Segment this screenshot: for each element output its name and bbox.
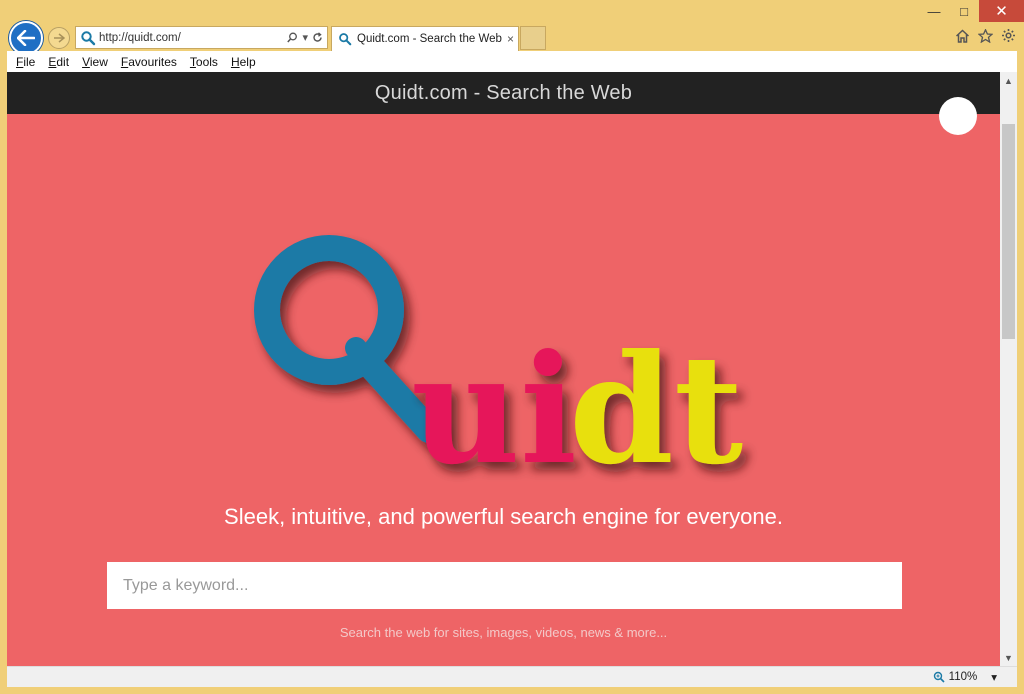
zoom-icon bbox=[933, 671, 945, 683]
forward-arrow-icon bbox=[54, 33, 65, 43]
scroll-down-icon[interactable]: ▼ bbox=[1000, 649, 1017, 666]
page-title: Quidt.com - Search the Web bbox=[374, 81, 633, 104]
home-icon[interactable] bbox=[955, 28, 970, 43]
tab-title: Quidt.com - Search the Web bbox=[357, 33, 502, 45]
zoom-level: 110% bbox=[948, 671, 978, 683]
search-icon[interactable] bbox=[287, 32, 298, 43]
svg-text:ui: ui bbox=[411, 322, 577, 498]
back-arrow-icon bbox=[17, 30, 35, 46]
refresh-icon[interactable] bbox=[312, 32, 323, 43]
minimize-button[interactable]: — bbox=[919, 0, 949, 22]
address-bar[interactable]: http://quidt.com/ ▾ bbox=[75, 26, 328, 49]
quidt-logo: ui dt bbox=[254, 235, 743, 498]
toolbar-icons bbox=[955, 28, 1016, 43]
menu-bar: File Edit View Favourites Tools Help bbox=[7, 51, 1017, 72]
scroll-thumb[interactable] bbox=[1002, 124, 1015, 339]
menu-favourites[interactable]: Favourites bbox=[121, 55, 177, 69]
close-button[interactable]: ✕ bbox=[979, 0, 1024, 22]
svg-text:dt: dt bbox=[569, 322, 743, 498]
menu-help[interactable]: Help bbox=[231, 55, 256, 69]
page-header: Quidt.com - Search the Web bbox=[7, 72, 1000, 114]
search-hint: Search the web for sites, images, videos… bbox=[339, 625, 668, 640]
forward-button[interactable] bbox=[48, 27, 70, 49]
menu-view[interactable]: View bbox=[82, 55, 108, 69]
tagline: Sleek, intuitive, and powerful search en… bbox=[224, 504, 783, 529]
maximize-button[interactable]: □ bbox=[949, 0, 979, 22]
menu-file[interactable]: File bbox=[16, 55, 35, 69]
scroll-up-icon[interactable]: ▲ bbox=[1000, 72, 1017, 89]
page-content: Quidt.com - Search the Web ui dt Sleek, … bbox=[7, 72, 1000, 666]
search-icon bbox=[81, 30, 96, 45]
menu-circle-button[interactable] bbox=[939, 97, 977, 135]
dropdown-icon[interactable]: ▾ bbox=[302, 31, 308, 44]
vertical-scrollbar[interactable]: ▲ ▼ bbox=[1000, 72, 1017, 666]
back-button[interactable] bbox=[9, 21, 43, 55]
search-input[interactable]: Type a keyword... bbox=[107, 562, 902, 609]
zoom-control[interactable]: 110% ▾ bbox=[933, 670, 997, 684]
dropdown-icon[interactable]: ▾ bbox=[991, 670, 997, 684]
menu-edit[interactable]: Edit bbox=[48, 55, 69, 69]
search-icon bbox=[339, 33, 352, 46]
tab-active[interactable]: Quidt.com - Search the Web × bbox=[331, 26, 519, 51]
tab-close-icon[interactable]: × bbox=[507, 32, 514, 46]
status-bar: 110% ▾ bbox=[7, 666, 1017, 687]
address-url[interactable]: http://quidt.com/ bbox=[96, 32, 287, 44]
menu-tools[interactable]: Tools bbox=[190, 55, 218, 69]
window-controls: — □ ✕ bbox=[919, 0, 1024, 22]
new-tab-button[interactable] bbox=[520, 26, 546, 50]
settings-gear-icon[interactable] bbox=[1001, 28, 1016, 43]
favorites-star-icon[interactable] bbox=[978, 28, 993, 43]
search-placeholder: Type a keyword... bbox=[123, 576, 249, 594]
